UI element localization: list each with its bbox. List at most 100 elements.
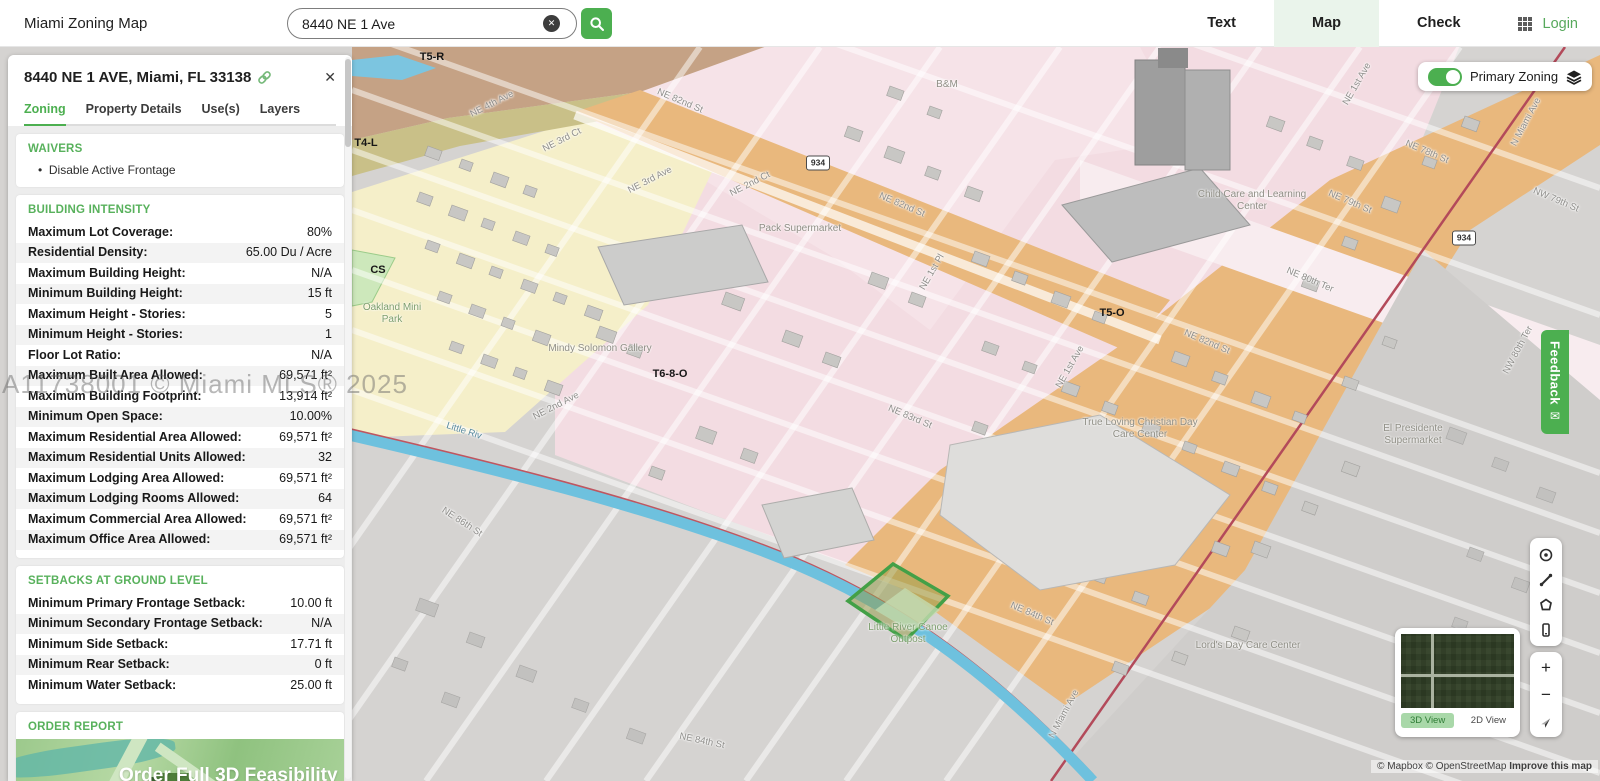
property-address: 8440 NE 1 AVE, Miami, FL 33138 <box>24 69 251 86</box>
table-row: Floor Lot Ratio:N/A <box>16 345 344 366</box>
table-row: Maximum Residential Area Allowed:69,571 … <box>16 427 344 448</box>
view-2d-button[interactable]: 2D View <box>1471 715 1506 726</box>
map-attribution: © Mapbox © OpenStreetMap Improve this ma… <box>1371 760 1598 773</box>
mobile-view-button[interactable] <box>1530 617 1562 642</box>
table-row: Minimum Water Setback:25.00 ft <box>16 675 344 696</box>
tab-text[interactable]: Text <box>1169 0 1274 47</box>
section-title: SETBACKS AT GROUND LEVEL <box>16 575 344 593</box>
search-input[interactable] <box>287 8 577 39</box>
table-row: Minimum Primary Frontage Setback:10.00 f… <box>16 593 344 614</box>
zoom-out-button[interactable]: − <box>1530 681 1562 708</box>
app-title: Miami Zoning Map <box>24 15 147 32</box>
view-3d-button[interactable]: 3D View <box>1401 713 1454 728</box>
toggle-label: Primary Zoning <box>1470 69 1558 84</box>
tab-uses[interactable]: Use(s) <box>202 102 240 124</box>
share-link-icon[interactable] <box>257 70 272 85</box>
table-row: Minimum Secondary Frontage Setback:N/A <box>16 614 344 635</box>
table-row: Maximum Building Height:N/A <box>16 263 344 284</box>
poi-label: Oakland Mini Park <box>361 302 423 326</box>
order-report-card: ORDER REPORT Order Full 3D Feasibility <box>16 712 344 781</box>
compass-button[interactable] <box>1530 708 1562 735</box>
zone-label-t68o: T6-8-O <box>653 368 688 380</box>
search-bar: ✕ <box>287 8 612 39</box>
login-link[interactable]: Login <box>1543 16 1578 32</box>
measure-button[interactable] <box>1530 567 1562 592</box>
setbacks-card: SETBACKS AT GROUND LEVEL Minimum Primary… <box>16 566 344 704</box>
tab-zoning[interactable]: Zoning <box>24 102 66 124</box>
zone-label-cs: CS <box>370 264 385 276</box>
clear-search-icon[interactable]: ✕ <box>543 15 560 32</box>
property-panel: 8440 NE 1 AVE, Miami, FL 33138 ✕ Zoning … <box>8 55 352 781</box>
table-row: Minimum Building Height:15 ft <box>16 284 344 305</box>
osm-link[interactable]: © OpenStreetMap <box>1426 761 1507 772</box>
zone-label-t5r: T5-R <box>420 51 444 63</box>
close-icon[interactable]: ✕ <box>324 69 336 86</box>
draw-polygon-button[interactable] <box>1530 592 1562 617</box>
waiver-item: • Disable Active Frontage <box>16 161 344 179</box>
zoom-in-button[interactable]: + <box>1530 654 1562 681</box>
poi-label: Mindy Solomon Gallery <box>548 343 651 355</box>
search-button[interactable] <box>581 8 612 39</box>
zone-label-t5o: T5-O <box>1099 307 1124 319</box>
apps-grid-icon[interactable] <box>1517 16 1533 32</box>
panel-header: 8440 NE 1 AVE, Miami, FL 33138 ✕ Zoning … <box>8 55 352 126</box>
building-intensity-card: BUILDING INTENSITY Maximum Lot Coverage:… <box>16 195 344 558</box>
poi-label: Child Care and Learning Center <box>1192 189 1312 213</box>
poi-label: Lord's Day Care Center <box>1196 640 1301 652</box>
section-title: BUILDING INTENSITY <box>16 204 344 222</box>
poi-label: Pack Supermarket <box>759 223 841 235</box>
feedback-tab[interactable]: Feedback ✉ <box>1541 330 1569 434</box>
table-row: Minimum Height - Stories:1 <box>16 325 344 346</box>
waiver-text: Disable Active Frontage <box>49 163 176 177</box>
zone-label-t4l: T4-L <box>354 137 377 149</box>
table-row: Residential Density:65.00 Du / Acre <box>16 243 344 264</box>
tab-layers[interactable]: Layers <box>260 102 300 124</box>
section-title: ORDER REPORT <box>16 721 344 739</box>
minimap-card: 3D View 2D View <box>1395 628 1520 737</box>
layers-icon[interactable] <box>1566 69 1582 85</box>
tab-map[interactable]: Map <box>1274 0 1379 47</box>
zoom-controls: + − <box>1530 652 1562 737</box>
tab-check[interactable]: Check <box>1379 0 1499 47</box>
setbacks-rows: Minimum Primary Frontage Setback:10.00 f… <box>16 593 344 696</box>
mail-icon: ✉ <box>1550 409 1560 423</box>
compass-icon <box>1538 715 1554 731</box>
route-shield-934: 934 <box>1452 231 1476 246</box>
top-nav: Text Map Check Login <box>1169 0 1600 47</box>
bullet-icon: • <box>38 163 42 177</box>
primary-zoning-control: Primary Zoning <box>1418 62 1592 91</box>
minimap-thumbnail[interactable] <box>1401 634 1514 708</box>
poi-label: True Loving Christian Day Care Center <box>1075 417 1205 441</box>
table-row: Maximum Commercial Area Allowed:69,571 f… <box>16 509 344 530</box>
table-row: Maximum Lot Coverage:80% <box>16 222 344 243</box>
route-shield-934: 934 <box>806 156 830 171</box>
improve-map-link[interactable]: Improve this map <box>1509 761 1592 772</box>
top-bar: Miami Zoning Map ✕ Text Map Check Login <box>0 0 1600 47</box>
poi-label: Little River Canoe Outpost <box>865 622 951 646</box>
geolocate-button[interactable] <box>1530 542 1562 567</box>
map-tools <box>1530 538 1562 646</box>
mapbox-link[interactable]: © Mapbox <box>1377 761 1423 772</box>
primary-zoning-toggle[interactable] <box>1428 68 1462 86</box>
table-row: Minimum Rear Setback:0 ft <box>16 655 344 676</box>
order-report-banner[interactable]: Order Full 3D Feasibility <box>16 739 344 781</box>
waivers-card: WAIVERS • Disable Active Frontage <box>16 134 344 187</box>
order-feasibility-button[interactable]: Order Full 3D Feasibility <box>119 765 338 781</box>
tab-property-details[interactable]: Property Details <box>86 102 182 124</box>
polygon-icon <box>1537 596 1555 614</box>
panel-scrollbar[interactable] <box>345 57 351 779</box>
table-row: Maximum Residential Units Allowed:32 <box>16 448 344 469</box>
table-row: Minimum Side Setback:17.71 ft <box>16 634 344 655</box>
target-icon <box>1537 546 1555 564</box>
table-row: Maximum Building Footprint:13,914 ft² <box>16 386 344 407</box>
table-row: Maximum Lodging Area Allowed:69,571 ft² <box>16 468 344 489</box>
table-row: Maximum Built Area Allowed:69,571 ft² <box>16 366 344 387</box>
feedback-label: Feedback <box>1548 341 1563 405</box>
ruler-icon <box>1537 571 1555 589</box>
device-icon <box>1537 621 1555 639</box>
poi-label: B&M <box>936 79 958 91</box>
search-icon <box>589 16 605 32</box>
table-row: Maximum Office Area Allowed:69,571 ft² <box>16 530 344 551</box>
section-title: WAIVERS <box>16 143 344 161</box>
building-intensity-rows: Maximum Lot Coverage:80% Residential Den… <box>16 222 344 550</box>
